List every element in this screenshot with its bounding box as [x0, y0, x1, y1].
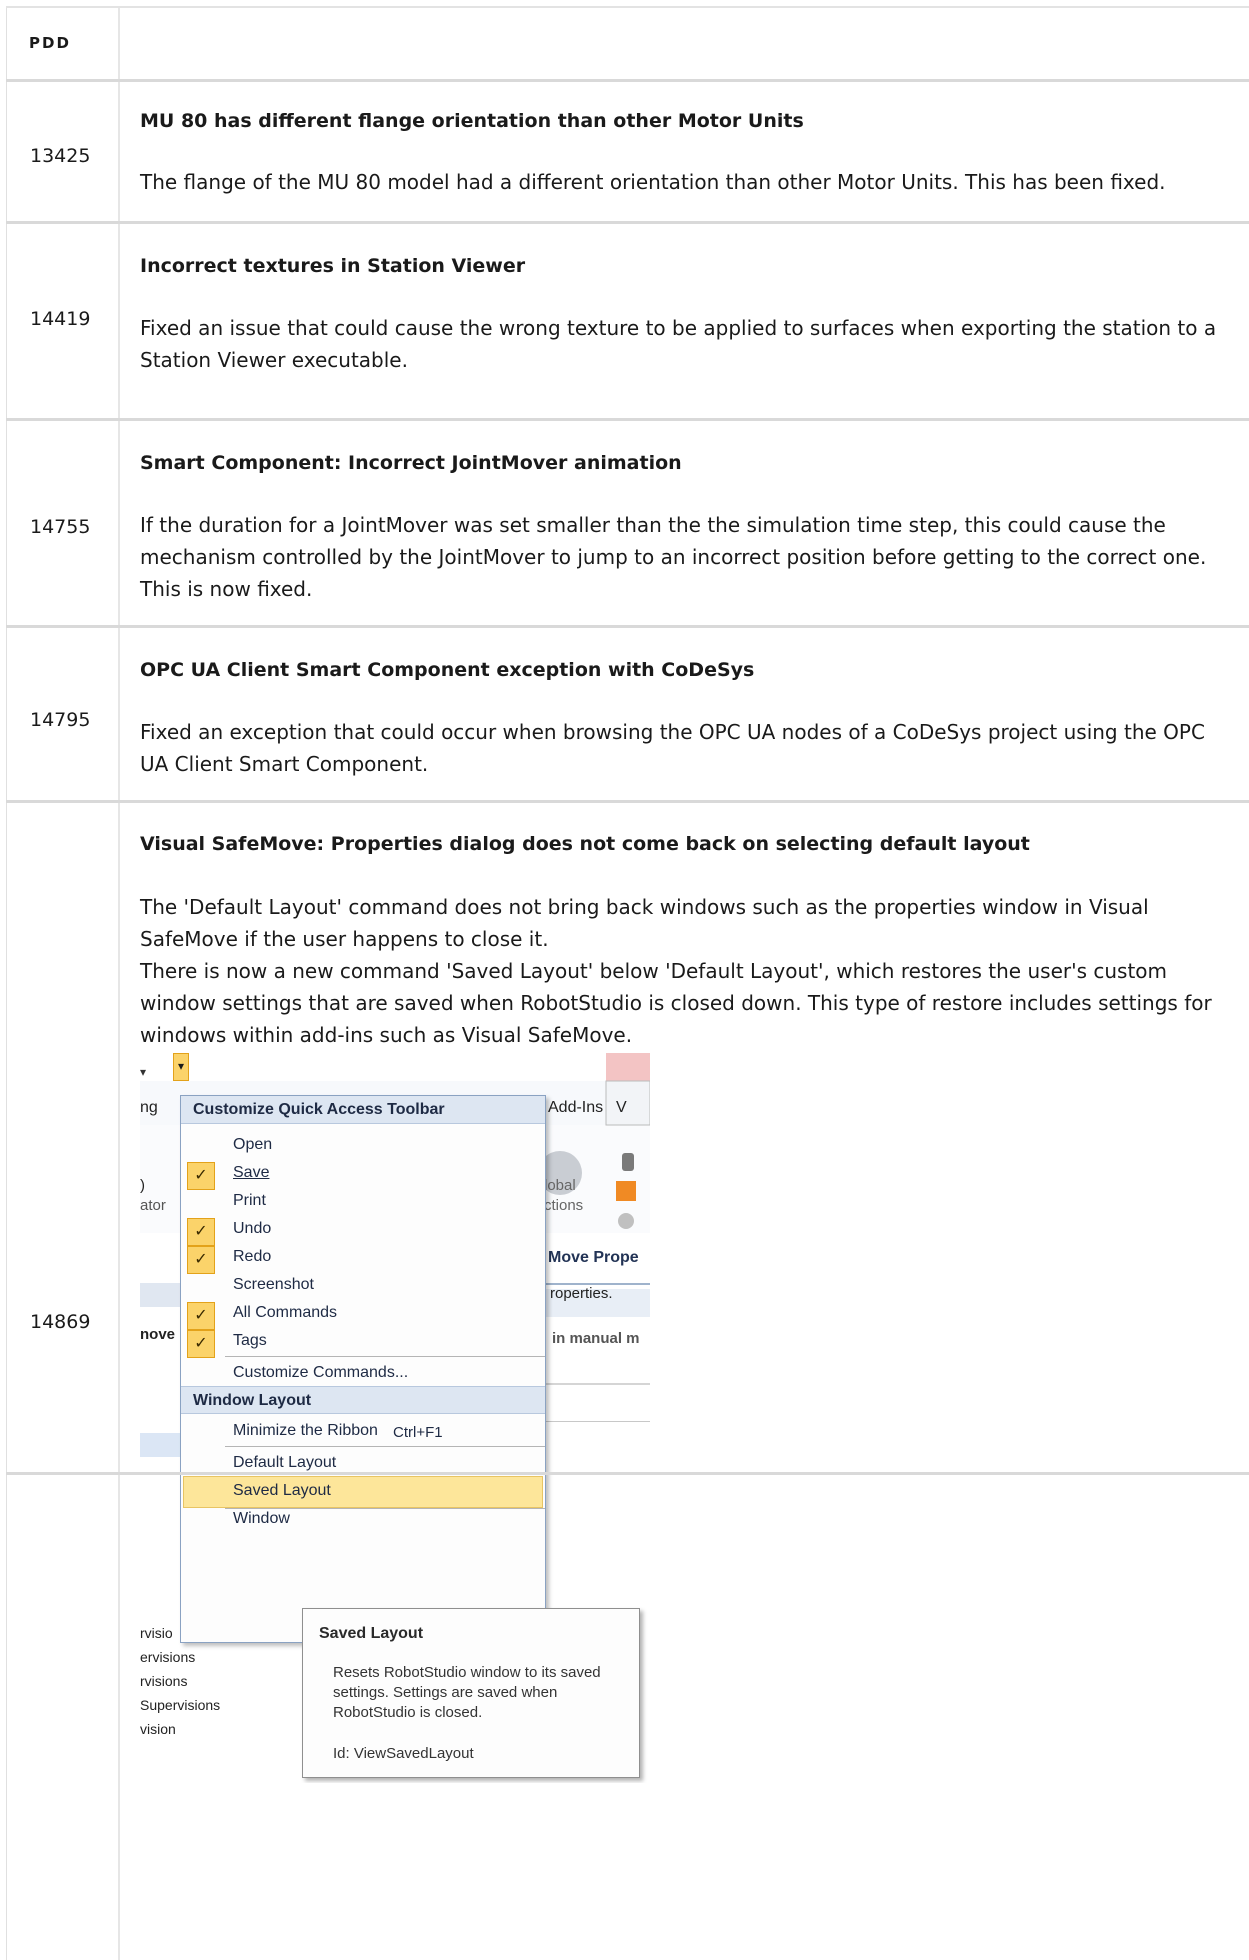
- row-divider: [6, 221, 1249, 224]
- ribbon-text-paren: ): [140, 1177, 145, 1194]
- tooltip-id: Id: ViewSavedLayout: [333, 1745, 474, 1762]
- menu-item-customize-commands[interactable]: Customize Commands...: [233, 1364, 408, 1382]
- issue-title: MU 80 has different flange orientation t…: [140, 110, 804, 132]
- safemove-properties-title: Move Prope: [548, 1249, 639, 1266]
- supervision-item[interactable]: rvisio: [140, 1625, 173, 1641]
- row-divider: [6, 1472, 1249, 1475]
- supervision-item[interactable]: Supervisions: [140, 1697, 220, 1713]
- checkmark-icon: ✓: [187, 1246, 215, 1274]
- checkmark-icon: ✓: [187, 1330, 215, 1358]
- qat-customize-icon[interactable]: ▾: [173, 1053, 189, 1081]
- tooltip-body: Resets RobotStudio window to its saved s…: [333, 1664, 601, 1721]
- menu-item-minimize-ribbon[interactable]: Minimize the Ribbon: [233, 1422, 378, 1440]
- menu-item-undo[interactable]: Undo: [233, 1220, 271, 1238]
- dropdown-arrow-icon[interactable]: ▾: [140, 1065, 146, 1079]
- menu-item-window-partial[interactable]: Window: [233, 1510, 290, 1528]
- issue-description: Fixed an exception that could occur when…: [140, 720, 1205, 776]
- table-top-border: [6, 6, 1249, 8]
- tooltip-title: Saved Layout: [319, 1625, 424, 1642]
- supervision-item[interactable]: vision: [140, 1721, 176, 1737]
- issue-title: Visual SafeMove: Properties dialog does …: [140, 833, 1030, 855]
- issue-title: Smart Component: Incorrect JointMover an…: [140, 452, 682, 474]
- pdd-number: 14419: [30, 308, 91, 330]
- menu-separator: [225, 1508, 545, 1509]
- issue-description-continued: There is now a new command 'Saved Layout…: [140, 959, 1212, 1047]
- menu-item-save[interactable]: Save: [233, 1164, 269, 1182]
- ribbon-global-label: lobal: [544, 1177, 576, 1194]
- menu-separator: [225, 1446, 545, 1447]
- customize-qat-menu: Customize Quick Access Toolbar Open ✓ Sa…: [180, 1095, 546, 1643]
- menu-item-tags[interactable]: Tags: [233, 1332, 267, 1350]
- menu-item-default-layout[interactable]: Default Layout: [233, 1454, 336, 1472]
- pdd-number: 13425: [30, 145, 91, 167]
- ribbon-tab-add-ins[interactable]: Add-Ins: [548, 1099, 603, 1117]
- menu-separator: [225, 1356, 545, 1357]
- column-header-pdd: PDD: [29, 34, 71, 52]
- issue-title: Incorrect textures in Station Viewer: [140, 255, 526, 277]
- issue-description: If the duration for a JointMover was set…: [140, 513, 1207, 601]
- row-divider: [6, 418, 1249, 421]
- saved-layout-tooltip: Saved Layout Resets RobotStudio window t…: [302, 1608, 640, 1778]
- menu-header-customize: Customize Quick Access Toolbar: [181, 1096, 545, 1124]
- issue-description: Fixed an issue that could cause the wron…: [140, 316, 1217, 372]
- menu-item-open[interactable]: Open: [233, 1136, 272, 1154]
- embedded-screenshot: ▾ ▾ ng Add-Ins V ) ator lobal ctions Mov…: [140, 1053, 650, 1783]
- ribbon-tab-partial-right[interactable]: V: [616, 1099, 627, 1117]
- menu-item-print[interactable]: Print: [233, 1192, 266, 1210]
- supervision-item[interactable]: rvisions: [140, 1673, 187, 1689]
- ribbon-actions-label[interactable]: ctions: [544, 1197, 583, 1214]
- menu-item-all-commands[interactable]: All Commands: [233, 1304, 337, 1322]
- ribbon-tab-partial[interactable]: ng: [140, 1099, 158, 1117]
- menu-item-screenshot[interactable]: Screenshot: [233, 1276, 314, 1294]
- ribbon-text-ator: ator: [140, 1197, 166, 1214]
- pdd-number: 14869: [30, 1311, 91, 1333]
- manual-mode-text: in manual m: [552, 1330, 640, 1347]
- issue-title: OPC UA Client Smart Component exception …: [140, 659, 755, 681]
- row-divider: [6, 625, 1249, 628]
- menu-header-window-layout: Window Layout: [181, 1386, 545, 1414]
- table-left-border: [6, 6, 7, 1960]
- issue-description: The flange of the MU 80 model had a diff…: [140, 170, 1166, 194]
- shortcut-label: Ctrl+F1: [393, 1424, 443, 1441]
- menu-item-saved-layout[interactable]: Saved Layout: [233, 1482, 331, 1500]
- row-divider: [6, 800, 1249, 803]
- pdd-number: 14755: [30, 516, 91, 538]
- supervision-item[interactable]: ervisions: [140, 1649, 195, 1665]
- column-divider: [118, 6, 120, 1960]
- row-divider: [6, 79, 1249, 82]
- nove-text: nove: [140, 1326, 176, 1343]
- release-notes-table: PDD 13425 MU 80 has different flange ori…: [6, 6, 1249, 1960]
- checkmark-icon: ✓: [187, 1162, 215, 1190]
- menu-item-redo[interactable]: Redo: [233, 1248, 271, 1266]
- checkmark-icon: ✓: [187, 1218, 215, 1246]
- checkmark-icon: ✓: [187, 1302, 215, 1330]
- pdd-number: 14795: [30, 709, 91, 731]
- properties-text: roperties.: [550, 1285, 613, 1302]
- issue-description: The 'Default Layout' command does not br…: [140, 895, 1149, 951]
